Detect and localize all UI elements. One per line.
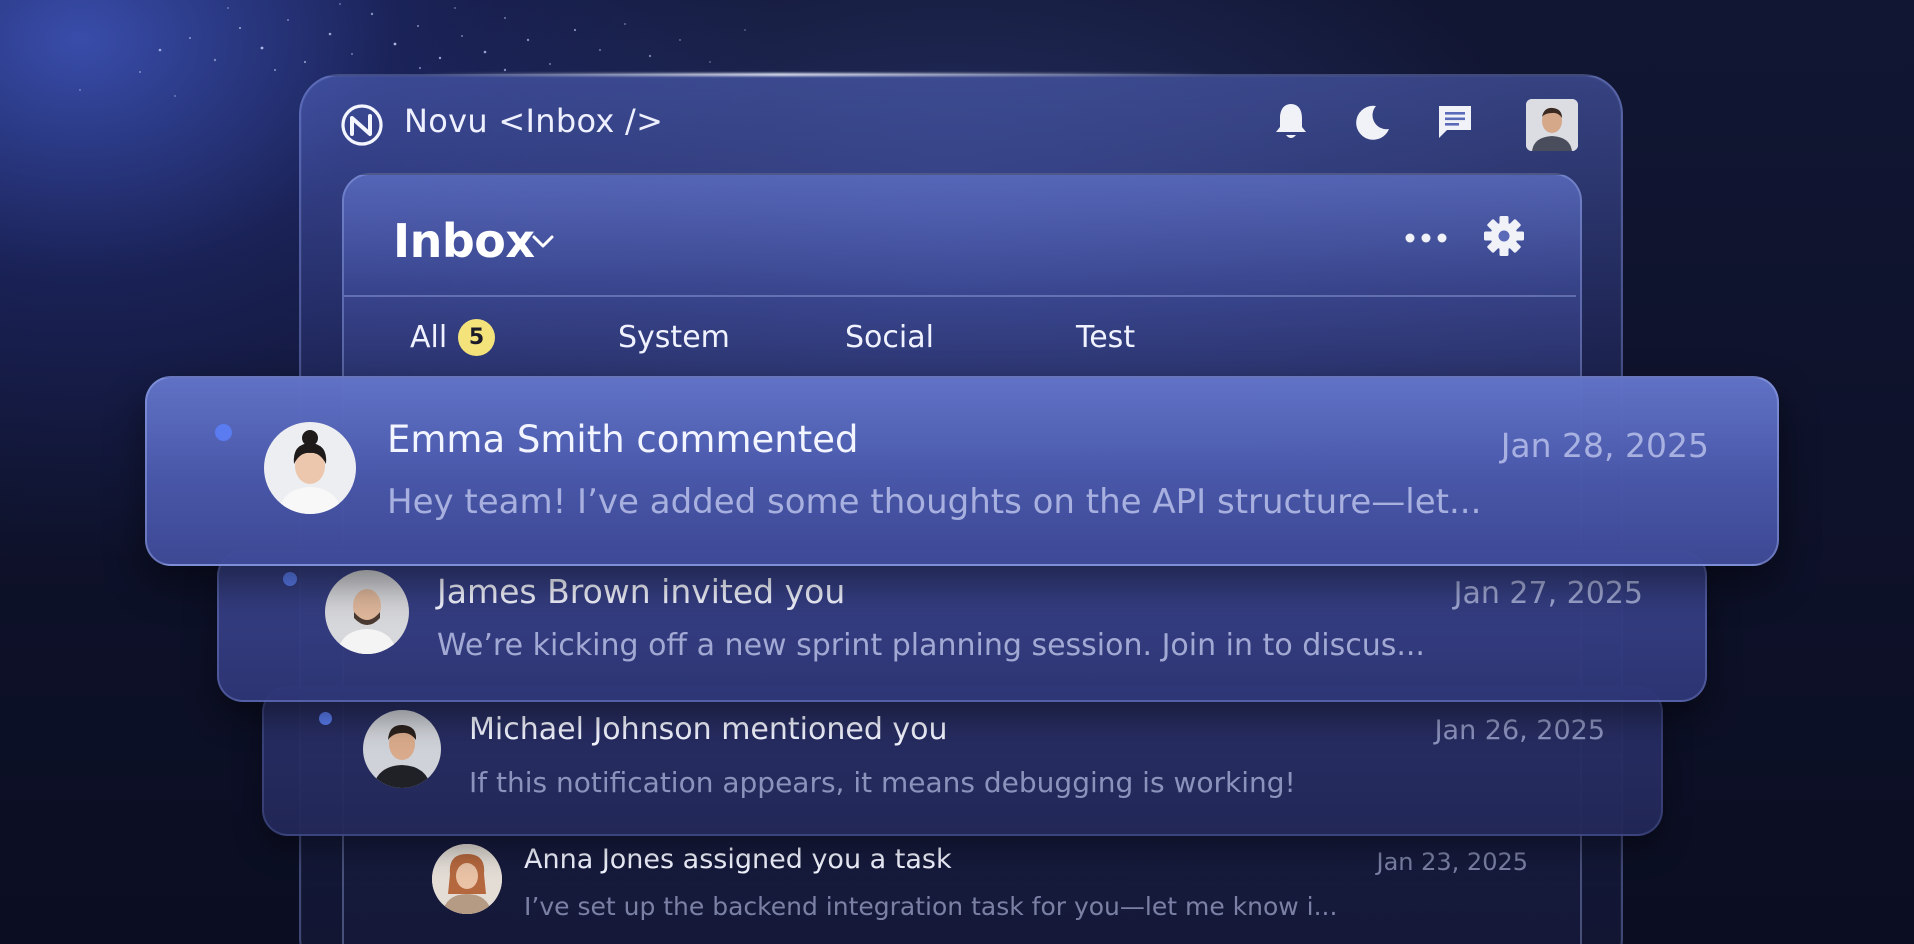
unread-dot bbox=[215, 424, 232, 441]
unread-count-badge: 5 bbox=[458, 319, 495, 356]
gear-icon[interactable] bbox=[1482, 214, 1526, 258]
notification-body: Hey team! I’ve added some thoughts on th… bbox=[387, 482, 1482, 522]
notification-item[interactable]: Emma Smith commented Hey team! I’ve adde… bbox=[145, 376, 1779, 566]
bell-icon[interactable] bbox=[1269, 100, 1313, 144]
window-highlight bbox=[420, 73, 1220, 76]
chevron-down-icon[interactable] bbox=[528, 226, 558, 256]
chat-icon[interactable] bbox=[1433, 100, 1477, 144]
notification-date: Jan 26, 2025 bbox=[1434, 715, 1605, 746]
moon-icon[interactable] bbox=[1350, 100, 1394, 144]
notification-title: Michael Johnson mentioned you bbox=[469, 712, 948, 747]
unread-dot bbox=[319, 712, 332, 725]
notification-body: We’re kicking off a new sprint planning … bbox=[437, 628, 1425, 663]
notification-body: I’ve set up the backend integration task… bbox=[524, 892, 1338, 921]
app-title: Novu <Inbox /> bbox=[404, 102, 664, 140]
unread-dot bbox=[283, 572, 297, 586]
user-avatar[interactable] bbox=[1526, 99, 1578, 151]
notification-item[interactable]: Anna Jones assigned you a task I’ve set … bbox=[342, 830, 1578, 944]
avatar bbox=[264, 422, 356, 514]
avatar bbox=[363, 710, 441, 788]
notification-item[interactable]: Michael Johnson mentioned you If this no… bbox=[262, 686, 1663, 836]
notification-title: Anna Jones assigned you a task bbox=[524, 844, 952, 875]
notification-body: If this notification appears, it means d… bbox=[469, 766, 1296, 799]
notification-date: Jan 28, 2025 bbox=[1500, 426, 1709, 465]
more-options-icon[interactable] bbox=[1400, 220, 1452, 256]
novu-logo-icon bbox=[341, 104, 383, 146]
notification-date: Jan 27, 2025 bbox=[1453, 576, 1643, 611]
tab-system[interactable]: System bbox=[618, 320, 730, 355]
tab-test[interactable]: Test bbox=[1076, 320, 1135, 355]
tab-all[interactable]: All bbox=[410, 320, 447, 355]
stage: Novu <Inbox /> Inbox All 5 System Social… bbox=[0, 0, 1914, 944]
avatar bbox=[432, 844, 502, 914]
inbox-title: Inbox bbox=[393, 214, 535, 268]
tab-social[interactable]: Social bbox=[845, 320, 934, 355]
panel-divider bbox=[344, 295, 1576, 297]
notification-item[interactable]: James Brown invited you We’re kicking of… bbox=[217, 550, 1707, 702]
avatar bbox=[325, 570, 409, 654]
notification-title: Emma Smith commented bbox=[387, 418, 859, 461]
notification-title: James Brown invited you bbox=[437, 572, 846, 611]
notification-date: Jan 23, 2025 bbox=[1376, 848, 1529, 876]
